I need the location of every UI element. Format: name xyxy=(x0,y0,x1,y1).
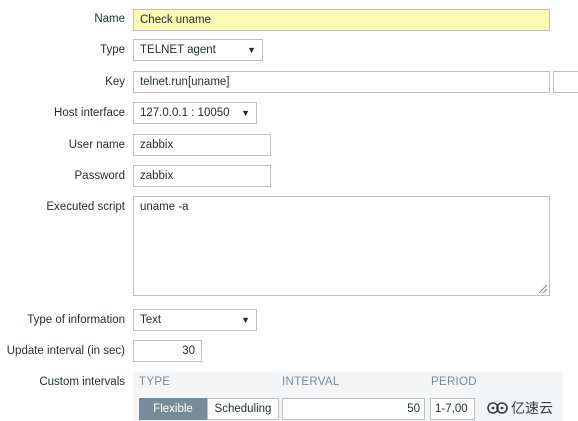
scheduling-toggle[interactable]: Scheduling xyxy=(207,398,279,420)
column-header-period: PERIOD xyxy=(431,376,477,388)
column-header-interval: INTERVAL xyxy=(282,376,340,388)
name-input[interactable]: Check uname xyxy=(133,9,550,31)
key-value: telnet.run[uname] xyxy=(140,76,230,88)
custom-intervals-label: Custom intervals xyxy=(39,376,125,388)
password-label: Password xyxy=(74,170,126,182)
update-interval-value: 30 xyxy=(182,345,195,357)
period-input[interactable]: 1-7,00 xyxy=(430,398,475,420)
key-label: Key xyxy=(105,76,125,88)
type-of-information-label: Type of information xyxy=(27,314,125,326)
watermark-text: 亿速云 xyxy=(511,400,553,416)
executed-script-value: uname -a xyxy=(140,201,189,213)
host-interface-label: Host interface xyxy=(54,107,125,119)
dropdown-arrow-icon: ▼ xyxy=(241,315,250,325)
type-select[interactable]: TELNET agent ▼ xyxy=(133,39,263,61)
name-value: Check uname xyxy=(140,14,211,26)
period-value: 1-7,00 xyxy=(435,403,468,415)
password-value: zabbix xyxy=(140,170,174,182)
type-value: TELNET agent xyxy=(140,44,216,56)
update-interval-label: Update interval (in sec) xyxy=(6,345,125,357)
watermark: 亿速云 xyxy=(487,398,553,418)
name-label: Name xyxy=(94,13,125,25)
interval-input[interactable]: 50 xyxy=(282,398,425,420)
type-label: Type xyxy=(100,44,125,56)
executed-script-label: Executed script xyxy=(46,201,125,213)
user-name-value: zabbix xyxy=(140,139,174,151)
dropdown-arrow-icon: ▼ xyxy=(247,45,256,55)
interval-value: 50 xyxy=(407,403,420,415)
resize-grip-icon[interactable] xyxy=(539,285,547,293)
update-interval-input[interactable]: 30 xyxy=(133,340,202,362)
executed-script-textarea[interactable]: uname -a xyxy=(133,196,550,296)
flexible-toggle[interactable]: Flexible xyxy=(139,398,207,420)
key-input[interactable]: telnet.run[uname] xyxy=(133,71,550,93)
column-header-type: TYPE xyxy=(139,376,171,388)
user-name-input[interactable]: zabbix xyxy=(133,134,271,156)
type-of-information-value: Text xyxy=(140,314,162,326)
type-of-information-select[interactable]: Text ▼ xyxy=(133,309,257,331)
yisu-logo-icon xyxy=(487,402,508,414)
key-select-button[interactable] xyxy=(553,71,578,93)
host-interface-value: 127.0.0.1 : 10050 xyxy=(140,107,230,119)
password-input[interactable]: zabbix xyxy=(133,165,271,187)
user-name-label: User name xyxy=(68,139,125,151)
host-interface-select[interactable]: 127.0.0.1 : 10050 ▼ xyxy=(133,102,257,124)
dropdown-arrow-icon: ▼ xyxy=(241,108,250,118)
